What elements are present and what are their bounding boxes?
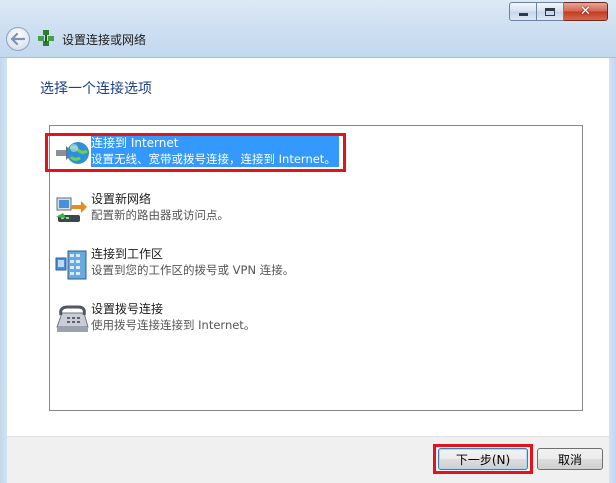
back-arrow-icon bbox=[11, 33, 25, 45]
window-border-left bbox=[0, 58, 7, 483]
option-dialup-connection[interactable]: 设置拨号连接 使用拨号连接连接到 Internet。 bbox=[54, 302, 354, 338]
option-title: 设置新网络 bbox=[91, 192, 152, 206]
window-border-right bbox=[609, 58, 616, 483]
maximize-button[interactable] bbox=[537, 2, 564, 21]
close-icon: ✕ bbox=[580, 4, 591, 19]
next-highlight-outline bbox=[433, 444, 533, 474]
minimize-icon bbox=[518, 13, 528, 16]
option-title: 设置拨号连接 bbox=[91, 302, 164, 316]
minimize-button[interactable] bbox=[509, 2, 537, 21]
window-title: 设置连接或网络 bbox=[62, 33, 147, 47]
back-button[interactable] bbox=[6, 27, 30, 51]
option-description: 使用拨号连接连接到 Internet。 bbox=[91, 318, 256, 332]
option-description: 设置到您的工作区的拨号或 VPN 连接。 bbox=[91, 263, 295, 277]
network-wizard-icon bbox=[37, 29, 55, 47]
router-setup-icon bbox=[54, 193, 90, 227]
option-description: 配置新的路由器或访问点。 bbox=[91, 208, 229, 222]
maximize-icon bbox=[545, 7, 555, 16]
page-heading: 选择一个连接选项 bbox=[40, 81, 152, 97]
selection-highlight-outline bbox=[45, 133, 346, 172]
option-new-network[interactable]: 设置新网络 配置新的路由器或访问点。 bbox=[54, 192, 354, 228]
cancel-button[interactable]: 取消 bbox=[537, 448, 603, 470]
close-button[interactable]: ✕ bbox=[564, 2, 608, 21]
workplace-building-icon bbox=[54, 248, 90, 282]
telephone-modem-icon bbox=[54, 303, 90, 337]
option-title: 连接到工作区 bbox=[91, 247, 164, 261]
option-connect-workplace[interactable]: 连接到工作区 设置到您的工作区的拨号或 VPN 连接。 bbox=[54, 247, 354, 283]
caption-buttons: ✕ bbox=[509, 2, 608, 22]
